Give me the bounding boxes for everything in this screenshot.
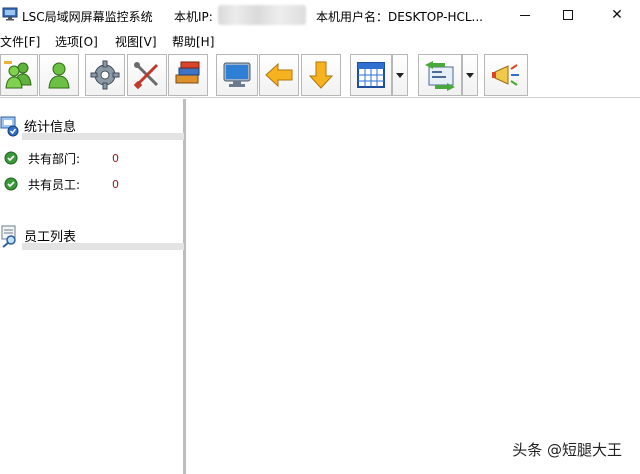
stat-row-departments: 共有部门: 0 xyxy=(4,149,180,167)
user-icon xyxy=(48,62,70,89)
schedule-button[interactable] xyxy=(350,54,392,96)
monitor-button[interactable] xyxy=(216,54,258,96)
back-button[interactable] xyxy=(259,54,299,96)
monitor-icon xyxy=(223,62,251,87)
minimize-button[interactable] xyxy=(502,0,548,30)
transfer-dropdown-button[interactable] xyxy=(462,54,478,96)
maximize-icon xyxy=(563,10,573,20)
watermark: 头条 @短腿大王 xyxy=(512,441,622,459)
stat-row-employees: 共有员工: 0 xyxy=(4,175,180,193)
menu-bar: 文件[F] 选项[O] 视图[V] 帮助[H] xyxy=(0,31,640,51)
tools-icon xyxy=(133,62,159,90)
stats-section-header[interactable]: 统计信息 xyxy=(0,114,184,140)
broadcast-button[interactable] xyxy=(484,54,528,96)
toolbar xyxy=(0,52,640,98)
menu-view[interactable]: 视图[V] xyxy=(115,33,157,50)
settings-button[interactable] xyxy=(85,54,125,96)
chevron-down-icon xyxy=(466,72,474,78)
check-circle-icon xyxy=(4,151,18,165)
employees-count: 0 xyxy=(112,177,119,191)
check-circle-icon xyxy=(4,177,18,191)
tools-button[interactable] xyxy=(127,54,167,96)
ip-address-redacted xyxy=(218,5,306,25)
library-button[interactable] xyxy=(168,54,208,96)
employees-label: 共有员工: xyxy=(28,177,81,192)
chevron-down-icon xyxy=(396,72,404,78)
arrow-down-icon xyxy=(308,61,334,89)
menu-file[interactable]: 文件[F] xyxy=(0,33,40,50)
title-bar: LSC局域网屏幕监控系统 本机IP: 本机用户名：DESKTOP-HCL... … xyxy=(0,0,640,30)
main-content-area[interactable]: 头条 @短腿大王 xyxy=(189,99,640,474)
window-title: LSC局域网屏幕监控系统 xyxy=(22,10,153,24)
maximize-button[interactable] xyxy=(545,0,591,30)
stats-icon xyxy=(0,116,19,137)
employees-section-header[interactable]: 员工列表 xyxy=(0,224,184,250)
app-monitor-icon xyxy=(2,7,18,21)
transfer-button[interactable] xyxy=(418,54,462,96)
menu-help[interactable]: 帮助[H] xyxy=(172,33,214,50)
schedule-dropdown-button[interactable] xyxy=(392,54,408,96)
download-button[interactable] xyxy=(301,54,341,96)
left-panel: 统计信息 共有部门: 0 共有员工: 0 员工列表 xyxy=(0,99,186,474)
local-ip-label: 本机IP: xyxy=(174,10,213,24)
section-divider xyxy=(22,133,184,140)
arrow-left-icon xyxy=(265,62,293,88)
departments-count: 0 xyxy=(112,151,119,165)
users-add-icon xyxy=(4,61,32,89)
user-button[interactable] xyxy=(39,54,79,96)
books-icon xyxy=(175,61,200,84)
gear-icon xyxy=(90,60,120,90)
departments-label: 共有部门: xyxy=(28,151,81,166)
minimize-icon xyxy=(520,14,530,16)
local-username-label: 本机用户名：DESKTOP-HCL... xyxy=(316,10,483,24)
close-icon: ✕ xyxy=(611,7,623,23)
close-button[interactable]: ✕ xyxy=(594,0,640,30)
megaphone-icon xyxy=(492,64,519,86)
menu-options[interactable]: 选项[O] xyxy=(55,33,98,50)
add-users-button[interactable] xyxy=(0,54,38,96)
calendar-icon xyxy=(357,62,385,88)
search-list-icon xyxy=(1,225,16,248)
transfer-icon xyxy=(425,61,455,91)
section-divider xyxy=(22,243,184,250)
